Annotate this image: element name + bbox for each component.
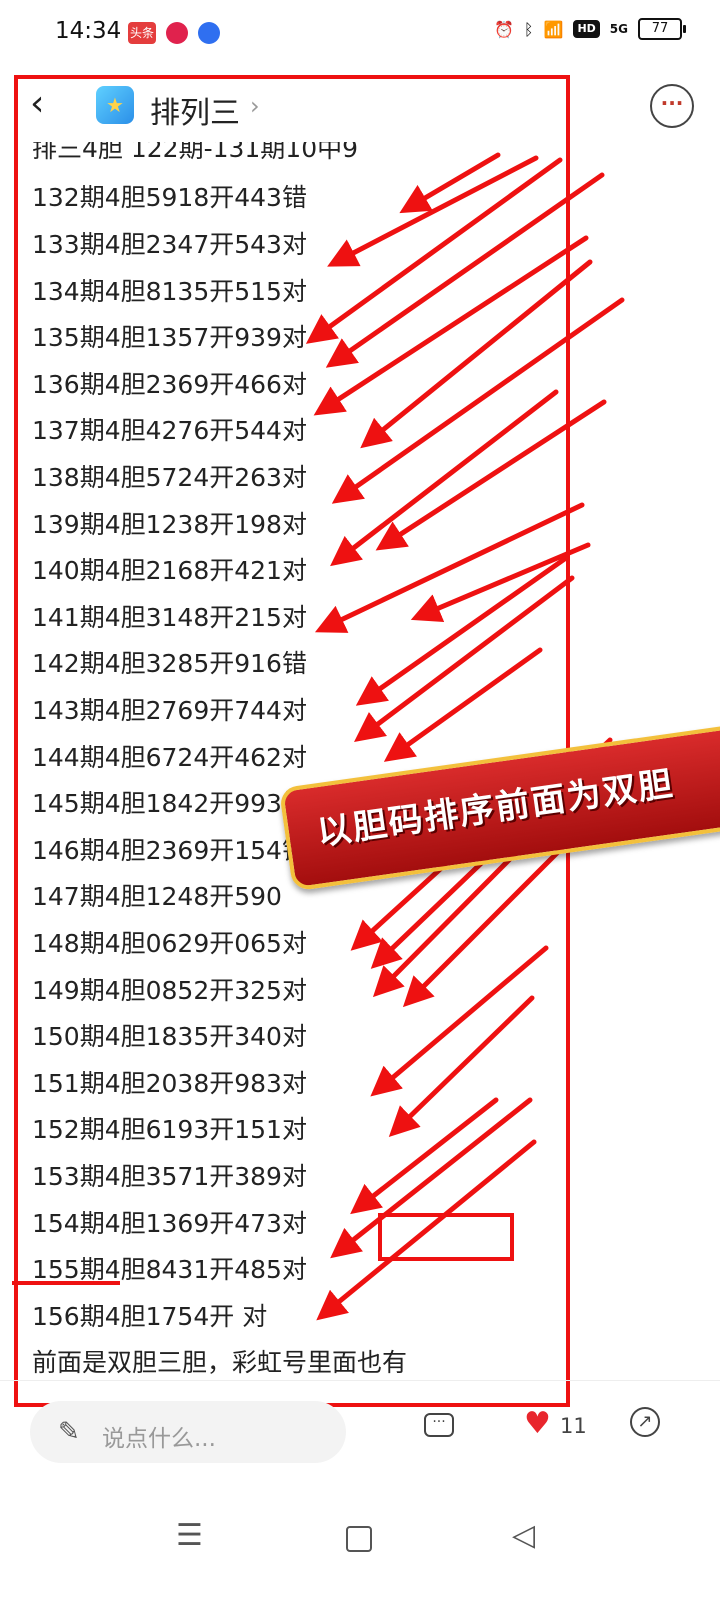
- bottom-action-bar: ✎ 说点什么... ··· ♥ 11 ↗: [0, 1380, 720, 1481]
- arrow: [355, 555, 569, 706]
- arrow: [360, 259, 593, 449]
- back-triangle-icon[interactable]: ◁: [512, 1518, 535, 1553]
- arrow: [327, 155, 539, 267]
- comment-icon[interactable]: ···: [424, 1413, 454, 1437]
- share-icon[interactable]: ↗: [630, 1407, 660, 1437]
- arrow: [330, 1097, 533, 1259]
- system-nav-bar: ☰ ◁: [0, 1490, 720, 1612]
- arrow: [354, 575, 575, 743]
- arrow: [305, 157, 563, 344]
- menu-icon[interactable]: ☰: [176, 1518, 203, 1553]
- arrow: [313, 235, 589, 416]
- arrow: [325, 172, 605, 368]
- arrow: [375, 399, 607, 551]
- like-count: 11: [560, 1414, 587, 1438]
- comment-placeholder: 说点什么...: [102, 1426, 216, 1452]
- comment-input[interactable]: ✎ 说点什么...: [30, 1401, 346, 1463]
- pencil-icon: ✎: [58, 1417, 80, 1447]
- heart-icon[interactable]: ♥: [524, 1409, 551, 1439]
- arrow: [316, 1139, 537, 1321]
- home-icon[interactable]: [346, 1526, 372, 1552]
- arrow: [410, 542, 591, 623]
